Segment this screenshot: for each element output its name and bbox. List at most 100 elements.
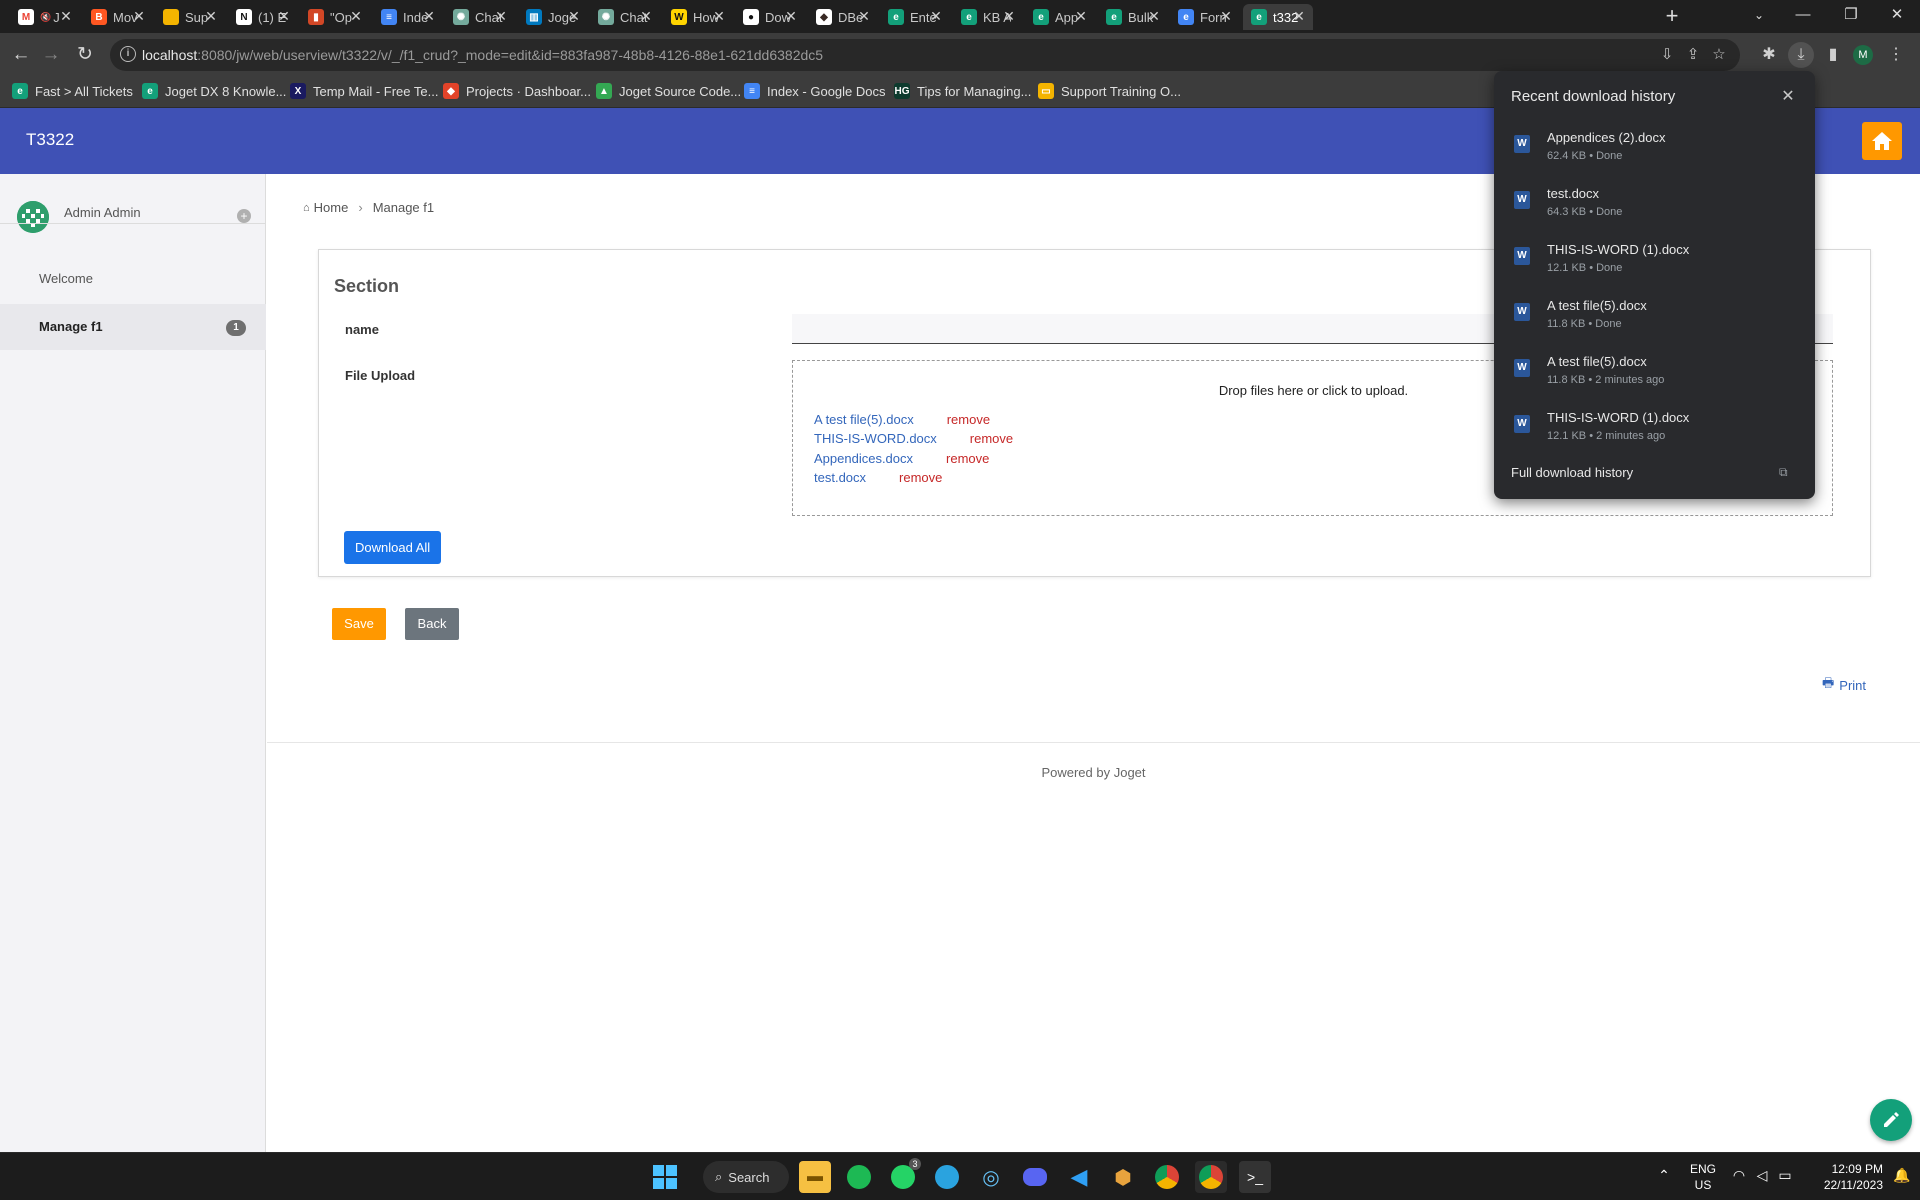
download-item[interactable]: W Appendices (2).docx 62.4 KB • Done bbox=[1494, 128, 1815, 184]
tab-close-icon[interactable]: ✕ bbox=[421, 8, 437, 25]
tab-close-icon[interactable]: ✕ bbox=[1001, 8, 1017, 25]
bookmark-item[interactable]: e Fast > All Tickets bbox=[12, 83, 133, 99]
user-menu-plus-icon[interactable]: + bbox=[237, 209, 251, 223]
tab-close-icon[interactable]: ✕ bbox=[131, 8, 147, 25]
download-all-button[interactable]: Download All bbox=[344, 531, 442, 564]
browser-tab[interactable]: e App ✕ bbox=[1025, 4, 1095, 30]
taskbar-search[interactable]: ⌕ Search bbox=[703, 1161, 789, 1193]
browser-tab[interactable]: e Ente ✕ bbox=[880, 4, 950, 30]
back-button[interactable]: Back bbox=[405, 608, 459, 640]
install-app-icon[interactable]: ⇩ bbox=[1658, 46, 1676, 64]
tab-close-icon[interactable]: ✕ bbox=[58, 8, 74, 25]
remove-file-link[interactable]: remove bbox=[946, 451, 989, 466]
reload-icon[interactable]: ↻ bbox=[72, 42, 98, 68]
vscode-icon[interactable]: ◀ bbox=[1063, 1161, 1095, 1193]
download-item[interactable]: W THIS-IS-WORD (1).docx 12.1 KB • 2 minute… bbox=[1494, 408, 1815, 464]
browser-tab[interactable]: e Forn ✕ bbox=[1170, 4, 1240, 30]
share-icon[interactable]: ⇪ bbox=[1684, 46, 1702, 64]
package-app-icon[interactable]: ⬢ bbox=[1107, 1161, 1139, 1193]
external-link-icon[interactable]: ⧉ bbox=[1779, 465, 1788, 480]
chrome-icon[interactable] bbox=[1151, 1161, 1183, 1193]
close-icon[interactable]: ✕ bbox=[1778, 86, 1798, 106]
file-link[interactable]: THIS-IS-WORD.docx bbox=[814, 431, 937, 446]
remove-file-link[interactable]: remove bbox=[899, 470, 942, 485]
side-panel-icon[interactable]: ▮ bbox=[1820, 42, 1846, 68]
browser-tab[interactable]: ◆ DBe ✕ bbox=[808, 4, 878, 30]
browser-tab[interactable]: e KB A ✕ bbox=[953, 4, 1023, 30]
site-info-icon[interactable]: i bbox=[120, 46, 136, 62]
app-title[interactable]: T3322 bbox=[26, 130, 74, 150]
bookmark-item[interactable]: ▭ Support Training O... bbox=[1038, 83, 1181, 99]
file-link[interactable]: test.docx bbox=[814, 470, 866, 485]
browser-tab[interactable]: e Bulk ✕ bbox=[1098, 4, 1168, 30]
address-url[interactable]: localhost:8080/jw/web/userview/t3322/v/_… bbox=[142, 47, 823, 63]
browser-tab[interactable]: ▮ "Op ✕ bbox=[300, 4, 370, 30]
language-indicator[interactable]: ENG US bbox=[1688, 1161, 1718, 1193]
tab-close-icon[interactable]: ✕ bbox=[348, 8, 364, 25]
browser-tab[interactable]: ✺ Chat ✕ bbox=[445, 4, 515, 30]
notification-bell-icon[interactable]: 🔔 bbox=[1893, 1167, 1911, 1184]
browser-tab[interactable]: B Mov ✕ bbox=[83, 4, 153, 30]
remove-file-link[interactable]: remove bbox=[970, 431, 1013, 446]
bookmark-item[interactable]: e Joget DX 8 Knowle... bbox=[142, 83, 286, 99]
tab-close-icon[interactable]: ✕ bbox=[638, 8, 654, 25]
chrome-profile-icon[interactable] bbox=[1195, 1161, 1227, 1193]
tab-close-icon[interactable]: ✕ bbox=[783, 8, 799, 25]
address-bar[interactable]: i localhost:8080/jw/web/userview/t3322/v… bbox=[110, 39, 1740, 71]
close-window-icon[interactable]: ✕ bbox=[1874, 2, 1920, 28]
full-download-history-link[interactable]: Full download history bbox=[1511, 465, 1633, 480]
bookmark-item[interactable]: ▲ Joget Source Code... bbox=[596, 83, 741, 99]
restore-icon[interactable]: ❐ bbox=[1828, 2, 1874, 28]
tab-close-icon[interactable]: ✕ bbox=[1146, 8, 1162, 25]
profile-avatar[interactable]: M bbox=[1853, 45, 1873, 65]
discord-icon[interactable] bbox=[1019, 1161, 1051, 1193]
tab-close-icon[interactable]: ✕ bbox=[928, 8, 944, 25]
tab-close-icon[interactable]: ✕ bbox=[1218, 8, 1234, 25]
sidebar-item-manage-f1[interactable]: Manage f1 1 bbox=[0, 304, 266, 350]
tab-close-icon[interactable]: ✕ bbox=[493, 8, 509, 25]
browser-tab[interactable]: ✺ Chat ✕ bbox=[590, 4, 660, 30]
tab-close-icon[interactable]: ✕ bbox=[711, 8, 727, 25]
remove-file-link[interactable]: remove bbox=[947, 412, 990, 427]
tab-close-icon[interactable]: ✕ bbox=[856, 8, 872, 25]
chevron-up-icon[interactable]: ⌃ bbox=[1655, 1167, 1673, 1184]
minimize-icon[interactable]: — bbox=[1780, 2, 1826, 28]
browser-tab[interactable]: N (1) E ✕ bbox=[228, 4, 298, 30]
browser-tab[interactable]: ≡ Inde ✕ bbox=[373, 4, 443, 30]
download-item[interactable]: W A test file(5).docx 11.8 KB • Done bbox=[1494, 296, 1815, 352]
bookmark-star-icon[interactable]: ☆ bbox=[1710, 46, 1728, 64]
tab-close-icon[interactable]: ✕ bbox=[1073, 8, 1089, 25]
volume-icon[interactable]: ◁ bbox=[1753, 1167, 1771, 1184]
muted-speaker-icon[interactable]: 🔇 bbox=[40, 12, 51, 23]
back-arrow-icon[interactable]: ← bbox=[8, 42, 34, 68]
bookmark-item[interactable]: X Temp Mail - Free Te... bbox=[290, 83, 438, 99]
browser-tab[interactable]: ● Dow ✕ bbox=[735, 4, 805, 30]
print-link[interactable]: 🖶 Print bbox=[1822, 674, 1866, 696]
battery-icon[interactable]: ▭ bbox=[1776, 1167, 1794, 1184]
download-item[interactable]: Wtest.docx 64.3 KB • Done bbox=[1494, 184, 1815, 240]
spotify-icon[interactable] bbox=[843, 1161, 875, 1193]
browser-tab[interactable]: Sup ✕ bbox=[155, 4, 225, 30]
browser-tab[interactable]: e t332 ✕ bbox=[1243, 4, 1313, 30]
windows-start-icon[interactable] bbox=[653, 1165, 677, 1189]
browser-tab[interactable]: W How ✕ bbox=[663, 4, 733, 30]
bookmark-item[interactable]: ≡ Index - Google Docs bbox=[744, 83, 886, 99]
save-button[interactable]: Save bbox=[332, 608, 386, 640]
browser-tab[interactable]: M 🔇 J ✕ bbox=[10, 4, 80, 30]
tab-search-icon[interactable]: ⌄ bbox=[1736, 2, 1782, 28]
tab-close-icon[interactable]: ✕ bbox=[276, 8, 292, 25]
browser-tab[interactable]: ▥ Joge ✕ bbox=[518, 4, 588, 30]
bookmark-item[interactable]: ◆ Projects · Dashboar... bbox=[443, 83, 591, 99]
steam-icon[interactable]: ◎ bbox=[975, 1161, 1007, 1193]
file-explorer-icon[interactable]: ▬ bbox=[799, 1161, 831, 1193]
breadcrumb-home-link[interactable]: Home bbox=[314, 200, 349, 215]
forward-arrow-icon[interactable]: → bbox=[38, 42, 64, 68]
clock[interactable]: 12:09 PM 22/11/2023 bbox=[1805, 1161, 1883, 1193]
file-link[interactable]: A test file(5).docx bbox=[814, 412, 914, 427]
file-link[interactable]: Appendices.docx bbox=[814, 451, 913, 466]
edit-fab-button[interactable] bbox=[1870, 1099, 1912, 1141]
download-item[interactable]: W THIS-IS-WORD (1).docx 12.1 KB • Done bbox=[1494, 240, 1815, 296]
terminal-icon[interactable]: >_ bbox=[1239, 1161, 1271, 1193]
tab-close-icon[interactable]: ✕ bbox=[1291, 8, 1307, 25]
home-button[interactable] bbox=[1862, 122, 1902, 160]
